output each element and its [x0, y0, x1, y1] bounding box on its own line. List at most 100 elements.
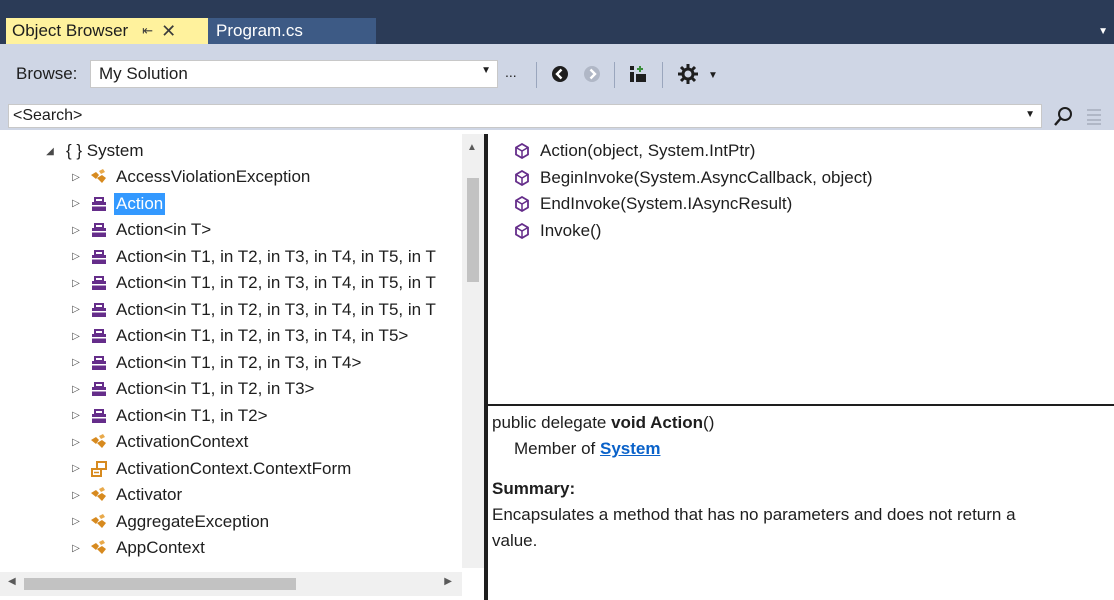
- method-icon: [514, 169, 530, 186]
- collapsed-arrow-icon[interactable]: ▷: [70, 490, 82, 501]
- member-label: EndInvoke(System.IAsyncResult): [540, 194, 793, 213]
- pin-icon[interactable]: ⇤: [142, 23, 153, 39]
- method-icon: [514, 142, 530, 160]
- search-combo[interactable]: ▼: [8, 104, 1042, 128]
- tree-node[interactable]: ▷ AggregateException: [70, 509, 271, 535]
- delegate-icon: [90, 407, 108, 425]
- member-item[interactable]: Invoke(): [514, 218, 601, 244]
- chevron-down-icon[interactable]: ▼: [1025, 109, 1035, 120]
- collapsed-arrow-icon[interactable]: ▷: [70, 357, 82, 368]
- tree-node[interactable]: ▷ Action<in T1, in T2, in T3, in T4, in T…: [70, 323, 410, 349]
- class-icon: [90, 486, 108, 504]
- tree-node[interactable]: ▷ ActivationContext.ContextForm: [70, 456, 353, 482]
- toolbar-separator: [536, 62, 537, 88]
- collapsed-arrow-icon[interactable]: ▷: [70, 225, 82, 236]
- members-pane: Action(object, System.IntPtr) BeginInvoke…: [488, 134, 1114, 404]
- search-icon[interactable]: [1052, 106, 1074, 133]
- object-browser-toolbar: Browse: My Solution ▼ ... ▼: [0, 44, 1114, 102]
- member-label: BeginInvoke(System.AsyncCallback, object…: [540, 167, 873, 187]
- object-tree-pane: ◢ { } System ▷ AccessViolationException ▷ A…: [0, 134, 484, 600]
- delegate-icon: [90, 380, 108, 398]
- class-icon: [90, 168, 108, 186]
- collapsed-arrow-icon[interactable]: ▷: [70, 516, 82, 527]
- member-item[interactable]: BeginInvoke(System.AsyncCallback, object…: [514, 165, 873, 191]
- scroll-left-icon[interactable]: ◀: [8, 576, 16, 587]
- expanded-arrow-icon[interactable]: ◢: [44, 146, 56, 157]
- back-icon[interactable]: [548, 62, 572, 86]
- tree-node-label: Action<in T1, in T2, in T3>: [116, 379, 315, 398]
- tree-node[interactable]: ▷ Action<in T1, in T2>: [70, 403, 270, 429]
- search-input[interactable]: [13, 107, 993, 125]
- summary-heading: Summary:: [492, 479, 576, 498]
- tree-node[interactable]: ▷ Action<in T1, in T2, in T3, in T4, in T…: [70, 297, 438, 323]
- tree-node-label: Activator: [116, 485, 183, 504]
- delegate-icon: [90, 195, 108, 213]
- tree-node[interactable]: ▷ AccessViolationException: [70, 164, 312, 190]
- tree-node[interactable]: ▷ Action<in T1, in T2, in T3, in T4, in T…: [70, 244, 438, 270]
- search-bar: ▼: [0, 102, 1114, 130]
- collapsed-arrow-icon[interactable]: ▷: [70, 331, 82, 342]
- namespace-link[interactable]: System: [600, 439, 660, 458]
- settings-dropdown-icon[interactable]: ▼: [708, 70, 718, 81]
- class-icon: [90, 539, 108, 557]
- tree-node[interactable]: ▷ Action<in T1, in T2, in T3, in T4>: [70, 350, 363, 376]
- close-icon[interactable]: ✕: [161, 21, 176, 42]
- document-tab-strip: Object Browser ⇤ ✕ Program.cs ▼: [0, 0, 1114, 44]
- tab-overflow-dropdown-icon[interactable]: ▼: [1098, 26, 1108, 37]
- signature-prefix: public delegate: [492, 413, 612, 432]
- collapsed-arrow-icon[interactable]: ▷: [70, 463, 82, 474]
- summary-text-line-1: Encapsulates a method that has no parame…: [492, 505, 1016, 524]
- horizontal-scrollbar[interactable]: ◀ ▶: [0, 572, 462, 596]
- browse-scope-dropdown[interactable]: My Solution ▼: [90, 60, 498, 88]
- tree-node-label: ActivationContext: [116, 432, 249, 451]
- member-item[interactable]: EndInvoke(System.IAsyncResult): [514, 191, 792, 217]
- settings-icon[interactable]: [676, 62, 700, 86]
- member-item[interactable]: Action(object, System.IntPtr): [514, 138, 755, 164]
- tree-node[interactable]: ▷ AppContext: [70, 535, 207, 561]
- tree-node[interactable]: ▷ Action: [70, 191, 166, 217]
- chevron-down-icon: ▼: [481, 65, 491, 76]
- forward-icon[interactable]: [580, 62, 604, 86]
- tab-program-cs[interactable]: Program.cs: [208, 18, 376, 44]
- collapsed-arrow-icon[interactable]: ▷: [70, 543, 82, 554]
- collapsed-arrow-icon[interactable]: ▷: [70, 410, 82, 421]
- tree-node-system[interactable]: ◢ { } System: [44, 138, 145, 164]
- tree-node[interactable]: ▷ Activator: [70, 482, 184, 508]
- collapsed-arrow-icon[interactable]: ▷: [70, 304, 82, 315]
- tree-node[interactable]: ▷ Action<in T>: [70, 217, 213, 243]
- vertical-scrollbar[interactable]: ▲: [462, 134, 484, 568]
- delegate-icon: [90, 274, 108, 292]
- toolbar-separator: [614, 62, 615, 88]
- signature: public delegate void Action(): [492, 410, 1110, 436]
- tree-node-label: Action<in T1, in T2, in T3, in T4, in T5…: [116, 326, 409, 345]
- tree-node-label: Action<in T1, in T2, in T3, in T4, in T5…: [116, 273, 436, 292]
- clear-search-icon[interactable]: [1084, 106, 1104, 131]
- edit-custom-component-set-button[interactable]: ...: [505, 64, 517, 80]
- collapsed-arrow-icon[interactable]: ▷: [70, 384, 82, 395]
- delegate-icon: [90, 354, 108, 372]
- collapsed-arrow-icon[interactable]: ▷: [70, 251, 82, 262]
- tree-node[interactable]: ▷ Action<in T1, in T2, in T3>: [70, 376, 316, 402]
- collapsed-arrow-icon[interactable]: ▷: [70, 172, 82, 183]
- scroll-right-icon[interactable]: ▶: [444, 576, 452, 587]
- scroll-up-icon[interactable]: ▲: [467, 142, 477, 153]
- browse-scope-value: My Solution: [99, 64, 188, 83]
- toolbar-separator: [662, 62, 663, 88]
- member-of-prefix: Member of: [514, 439, 600, 458]
- add-reference-icon[interactable]: [626, 62, 650, 86]
- collapsed-arrow-icon[interactable]: ▷: [70, 437, 82, 448]
- collapsed-arrow-icon[interactable]: ▷: [70, 198, 82, 209]
- collapsed-arrow-icon[interactable]: ▷: [70, 278, 82, 289]
- delegate-icon: [90, 301, 108, 319]
- delegate-icon: [90, 248, 108, 266]
- tab-object-browser[interactable]: Object Browser ⇤ ✕: [6, 18, 208, 44]
- tab-program-cs-label: Program.cs: [216, 21, 303, 40]
- delegate-icon: [90, 221, 108, 239]
- scrollbar-thumb[interactable]: [24, 578, 296, 590]
- tree-node[interactable]: ▷ Action<in T1, in T2, in T3, in T4, in T…: [70, 270, 438, 296]
- tab-object-browser-label: Object Browser: [12, 21, 129, 40]
- scrollbar-thumb[interactable]: [467, 178, 479, 282]
- member-label: Action(object, System.IntPtr): [540, 141, 756, 160]
- namespace-label: { } System: [66, 141, 144, 160]
- tree-node[interactable]: ▷ ActivationContext: [70, 429, 250, 455]
